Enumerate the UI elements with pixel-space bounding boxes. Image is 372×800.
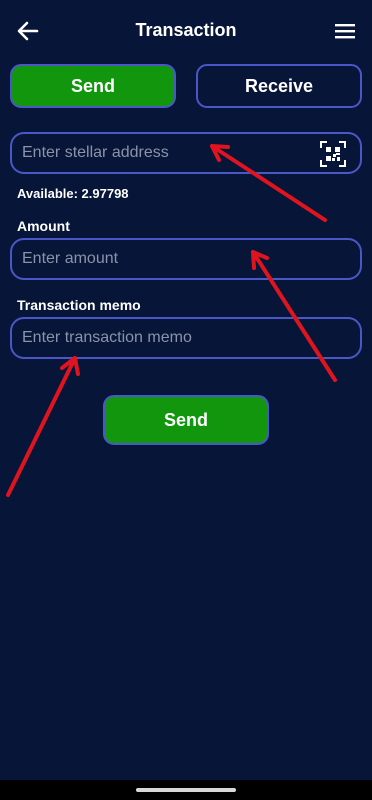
memo-label: Transaction memo: [17, 297, 141, 313]
home-gesture-handle[interactable]: [136, 788, 236, 792]
system-navigation-bar: [0, 780, 372, 800]
available-balance: Available: 2.97798: [17, 186, 129, 201]
stellar-address-input[interactable]: [22, 134, 292, 172]
send-button[interactable]: Send: [103, 395, 269, 445]
amount-field: [10, 238, 362, 280]
memo-input[interactable]: [22, 319, 352, 357]
top-app-bar: Transaction: [0, 0, 372, 62]
tab-receive[interactable]: Receive: [196, 64, 362, 108]
amount-label: Amount: [17, 218, 70, 234]
qr-scan-button[interactable]: [320, 141, 346, 167]
page-title: Transaction: [135, 20, 237, 40]
stellar-address-field: [10, 132, 362, 174]
amount-input[interactable]: [22, 240, 352, 278]
qr-scan-icon: [320, 141, 346, 167]
hamburger-menu-icon: [335, 24, 355, 39]
menu-button[interactable]: [332, 19, 358, 43]
tab-send[interactable]: Send: [10, 64, 176, 108]
annotation-arrow-memo: [6, 356, 77, 497]
memo-field: [10, 317, 362, 359]
